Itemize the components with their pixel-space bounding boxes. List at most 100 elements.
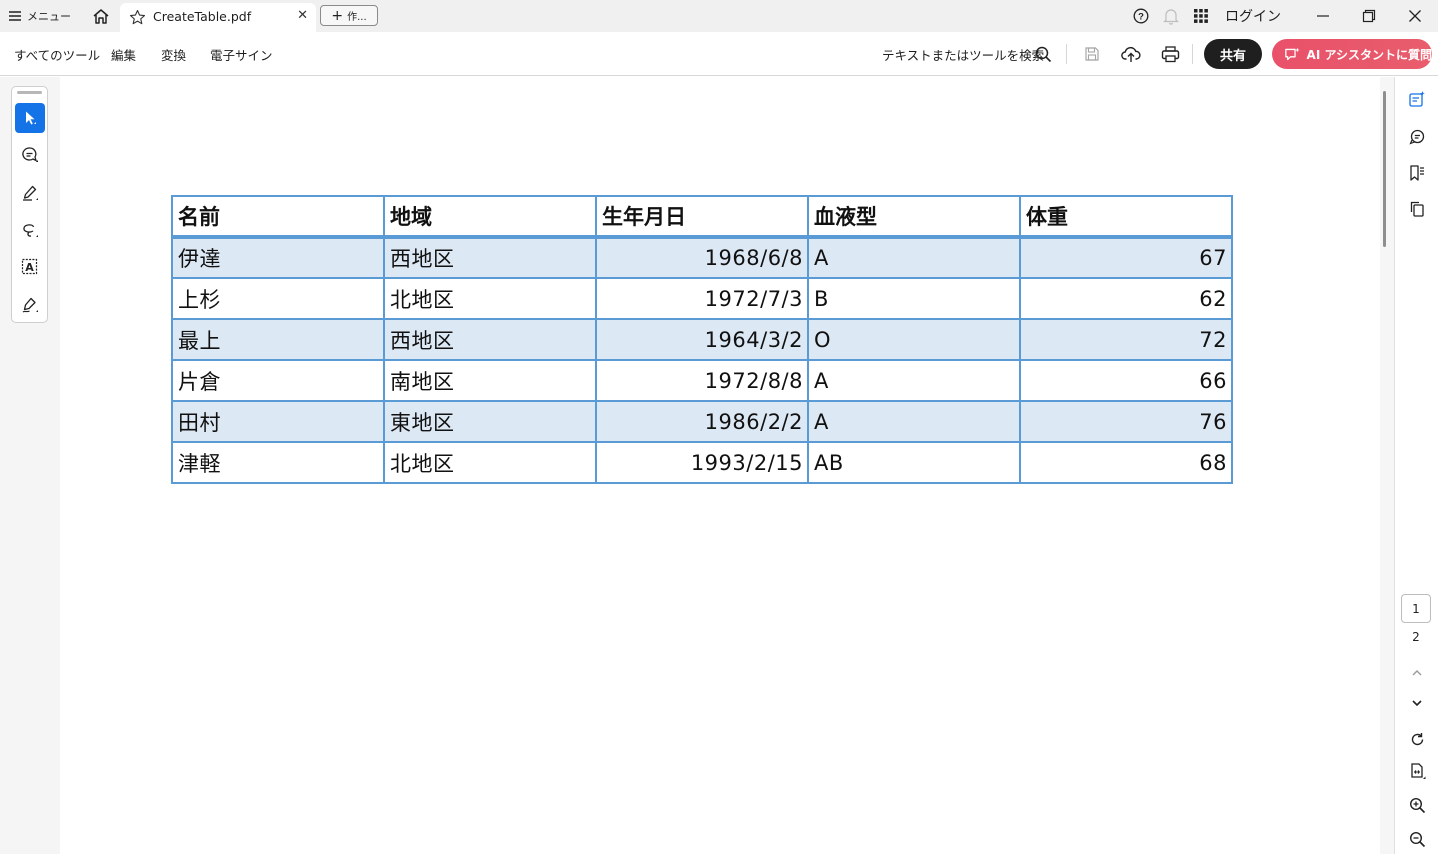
save-icon[interactable]: [1080, 42, 1104, 66]
table-row: 片倉 南地区 1972/8/8 A 66: [171, 359, 1233, 402]
table-row: 最上 西地区 1964/3/2 O 72: [171, 318, 1233, 361]
table-row: 上杉 北地区 1972/7/3 B 62: [171, 277, 1233, 320]
column-header-blood-type: 血液型: [807, 195, 1021, 239]
hamburger-icon: [9, 11, 21, 21]
cell-weight: 66: [1019, 359, 1233, 402]
cell-blood-type: B: [807, 277, 1021, 320]
cell-birthdate: 1968/6/8: [595, 236, 809, 279]
cell-weight: 67: [1019, 236, 1233, 279]
current-page-input[interactable]: 1: [1401, 594, 1431, 623]
cell-weight: 68: [1019, 441, 1233, 484]
home-button[interactable]: [90, 5, 112, 27]
cell-blood-type: O: [807, 318, 1021, 361]
select-arrow-icon[interactable]: [15, 103, 45, 133]
cell-name: 伊達: [171, 236, 385, 279]
ai-assistant-label: AI アシスタントに質問: [1306, 47, 1432, 62]
menu-all-tools[interactable]: すべてのツール: [14, 45, 100, 64]
tab-title: CreateTable.pdf: [153, 9, 252, 24]
apps-grid-icon[interactable]: [1190, 4, 1212, 28]
cell-region: 北地区: [383, 277, 597, 320]
data-table: 名前 地域 生年月日 血液型 体重 伊達 西地区 1968/6/8 A 67 上…: [171, 195, 1233, 484]
document-viewport[interactable]: A 名前 地域 生年月日 血液型 体重 伊達 西地区 1968/6/8 A 67…: [0, 77, 1380, 854]
document-tab[interactable]: CreateTable.pdf ✕: [120, 3, 316, 32]
cell-name: 田村: [171, 400, 385, 443]
new-tab-button[interactable]: + 作...: [320, 5, 378, 26]
cell-region: 西地区: [383, 236, 597, 279]
cell-region: 南地区: [383, 359, 597, 402]
cell-name: 最上: [171, 318, 385, 361]
column-header-weight: 体重: [1019, 195, 1233, 239]
search-icon[interactable]: [1031, 42, 1055, 66]
menu-edit[interactable]: 編集: [111, 45, 136, 64]
cell-birthdate: 1972/7/3: [595, 277, 809, 320]
column-header-region: 地域: [383, 195, 597, 239]
menu-button[interactable]: メニュー: [8, 6, 71, 26]
cell-region: 東地区: [383, 400, 597, 443]
highlight-pen-icon[interactable]: [15, 178, 45, 208]
cell-birthdate: 1972/8/8: [595, 359, 809, 402]
scrollbar-thumb[interactable]: [1383, 91, 1386, 247]
ai-sparkle-icon: [1285, 47, 1300, 60]
tab-close-icon[interactable]: ✕: [297, 8, 308, 23]
cell-blood-type: A: [807, 400, 1021, 443]
comment-icon[interactable]: [15, 140, 45, 170]
cell-weight: 76: [1019, 400, 1233, 443]
menu-convert[interactable]: 変換: [161, 45, 186, 64]
ai-summary-icon[interactable]: [1405, 87, 1429, 111]
print-icon[interactable]: [1158, 42, 1182, 66]
toolbar-divider: [1192, 44, 1193, 64]
pdf-page-table: 名前 地域 生年月日 血液型 体重 伊達 西地区 1968/6/8 A 67 上…: [171, 195, 1233, 484]
table-row: 伊達 西地区 1968/6/8 A 67: [171, 236, 1233, 279]
minimize-icon[interactable]: [1306, 4, 1340, 28]
total-pages: 2: [1412, 630, 1420, 644]
cell-blood-type: AB: [807, 441, 1021, 484]
cell-name: 上杉: [171, 277, 385, 320]
login-button[interactable]: ログイン: [1224, 4, 1282, 28]
help-icon[interactable]: ?: [1130, 4, 1152, 28]
column-header-name: 名前: [171, 195, 385, 239]
bell-icon[interactable]: [1160, 4, 1182, 28]
cell-name: 片倉: [171, 359, 385, 402]
signature-icon[interactable]: [15, 290, 45, 320]
cell-region: 北地区: [383, 441, 597, 484]
tool-search-label[interactable]: テキストまたはツールを検索: [882, 45, 1044, 64]
restore-icon[interactable]: [1352, 4, 1386, 28]
rotate-icon[interactable]: [1405, 727, 1429, 751]
home-icon: [93, 8, 109, 24]
page-down-icon[interactable]: [1405, 691, 1429, 715]
cell-birthdate: 1993/2/15: [595, 441, 809, 484]
cell-name: 津軽: [171, 441, 385, 484]
zoom-out-icon[interactable]: [1405, 827, 1429, 851]
share-button[interactable]: 共有: [1204, 39, 1262, 69]
cell-birthdate: 1964/3/2: [595, 318, 809, 361]
cloud-upload-icon[interactable]: [1119, 42, 1143, 66]
title-bar: メニュー CreateTable.pdf ✕ + 作... ? ログイン: [0, 0, 1438, 32]
right-sidebar: 1 2: [1394, 77, 1438, 854]
svg-text:?: ?: [1138, 12, 1144, 23]
table-row: 津軽 北地区 1993/2/15 AB 68: [171, 441, 1233, 484]
vertical-scrollbar[interactable]: [1380, 77, 1394, 854]
copy-pages-icon[interactable]: [1405, 197, 1429, 221]
menu-label: メニュー: [27, 10, 71, 23]
bookmarks-icon[interactable]: [1405, 161, 1429, 185]
new-tab-label: 作...: [347, 12, 367, 23]
ai-assistant-button[interactable]: AI アシスタントに質問: [1272, 39, 1432, 69]
page-up-icon[interactable]: [1405, 661, 1429, 685]
cell-blood-type: A: [807, 359, 1021, 402]
star-icon[interactable]: [129, 9, 146, 26]
zoom-in-icon[interactable]: [1405, 793, 1429, 817]
cell-weight: 72: [1019, 318, 1233, 361]
lasso-draw-icon[interactable]: [15, 215, 45, 245]
close-window-icon[interactable]: [1398, 4, 1432, 28]
svg-text:A: A: [25, 261, 34, 274]
comments-panel-icon[interactable]: [1405, 125, 1429, 149]
cell-weight: 62: [1019, 277, 1233, 320]
page-fit-icon[interactable]: [1405, 759, 1429, 783]
table-header-row: 名前 地域 生年月日 血液型 体重: [171, 195, 1233, 239]
menu-e-sign[interactable]: 電子サイン: [210, 45, 273, 64]
panel-grip[interactable]: [17, 91, 42, 94]
quick-tools-panel: A: [11, 86, 48, 323]
column-header-birthdate: 生年月日: [595, 195, 809, 239]
text-box-icon[interactable]: A: [15, 252, 45, 282]
cell-birthdate: 1986/2/2: [595, 400, 809, 443]
